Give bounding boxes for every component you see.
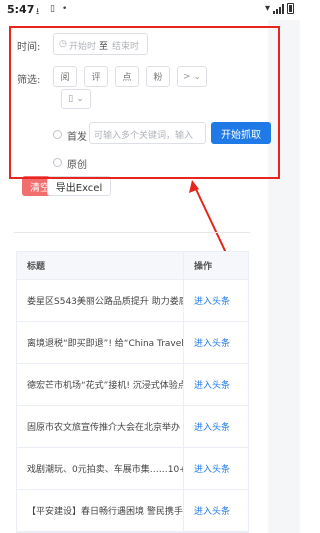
wifi-icon: ▾ xyxy=(264,3,270,14)
row-title: 固原市农文旅宣传推介大会在北京举办 xyxy=(17,406,184,447)
row-action-link[interactable]: 进入头条 xyxy=(184,490,248,531)
battery-icon xyxy=(287,3,294,14)
row-title: 【平安建设】春日畅行遇困境 警民携手暖 xyxy=(17,490,184,531)
sim-icon: ▯ xyxy=(50,4,55,14)
table-row: 离境退税“即买即退”! 给“China Travel”添 进入头条 xyxy=(17,322,248,364)
download-icon: ⭳ xyxy=(36,7,40,17)
row-action-link[interactable]: 进入头条 xyxy=(184,322,248,363)
row-action-link[interactable]: 进入头条 xyxy=(184,406,248,447)
row-action-link[interactable]: 进入头条 xyxy=(184,448,248,489)
row-action-link[interactable]: 进入头条 xyxy=(184,280,248,321)
table-row: 【平安建设】春日畅行遇困境 警民携手暖 进入头条 xyxy=(17,490,248,532)
table-row: 固原市农文旅宣传推介大会在北京举办 进入头条 xyxy=(17,406,248,448)
row-title: 娄星区S543美丽公路品质提升 助力娄底旅 xyxy=(17,280,184,321)
signal-icon xyxy=(273,3,284,14)
header-action: 操作 xyxy=(194,262,213,272)
status-right-icons: ▾ xyxy=(265,3,294,14)
section-divider xyxy=(14,232,250,233)
header-title: 标题 xyxy=(17,252,184,279)
row-title: 离境退税“即买即退”! 给“China Travel”添 xyxy=(17,322,184,363)
annotation-highlight-box xyxy=(9,26,280,179)
table-row: 戏剧潮玩、0元拍卖、车展市集……10+场活 进入头条 xyxy=(17,448,248,490)
row-title: 德宏芒市机场“花式”接机! 沉浸式体验点亮 xyxy=(17,364,184,405)
table-row: 德宏芒市机场“花式”接机! 沉浸式体验点亮 进入头条 xyxy=(17,364,248,406)
dot-icon: • xyxy=(62,4,68,14)
results-table: 标题 操作 娄星区S543美丽公路品质提升 助力娄底旅 进入头条 离境退税“即买… xyxy=(16,251,249,533)
status-bar: 5:47 ⭳ ▯ • ▾ xyxy=(0,0,300,20)
row-action-link[interactable]: 进入头条 xyxy=(184,364,248,405)
table-row: 娄星区S543美丽公路品质提升 助力娄底旅 进入头条 xyxy=(17,280,248,322)
table-header: 标题 操作 xyxy=(17,252,248,280)
export-excel-button[interactable]: 导出Excel xyxy=(47,176,111,196)
status-time: 5:47 xyxy=(7,3,35,16)
row-title: 戏剧潮玩、0元拍卖、车展市集……10+场活 xyxy=(17,448,184,489)
